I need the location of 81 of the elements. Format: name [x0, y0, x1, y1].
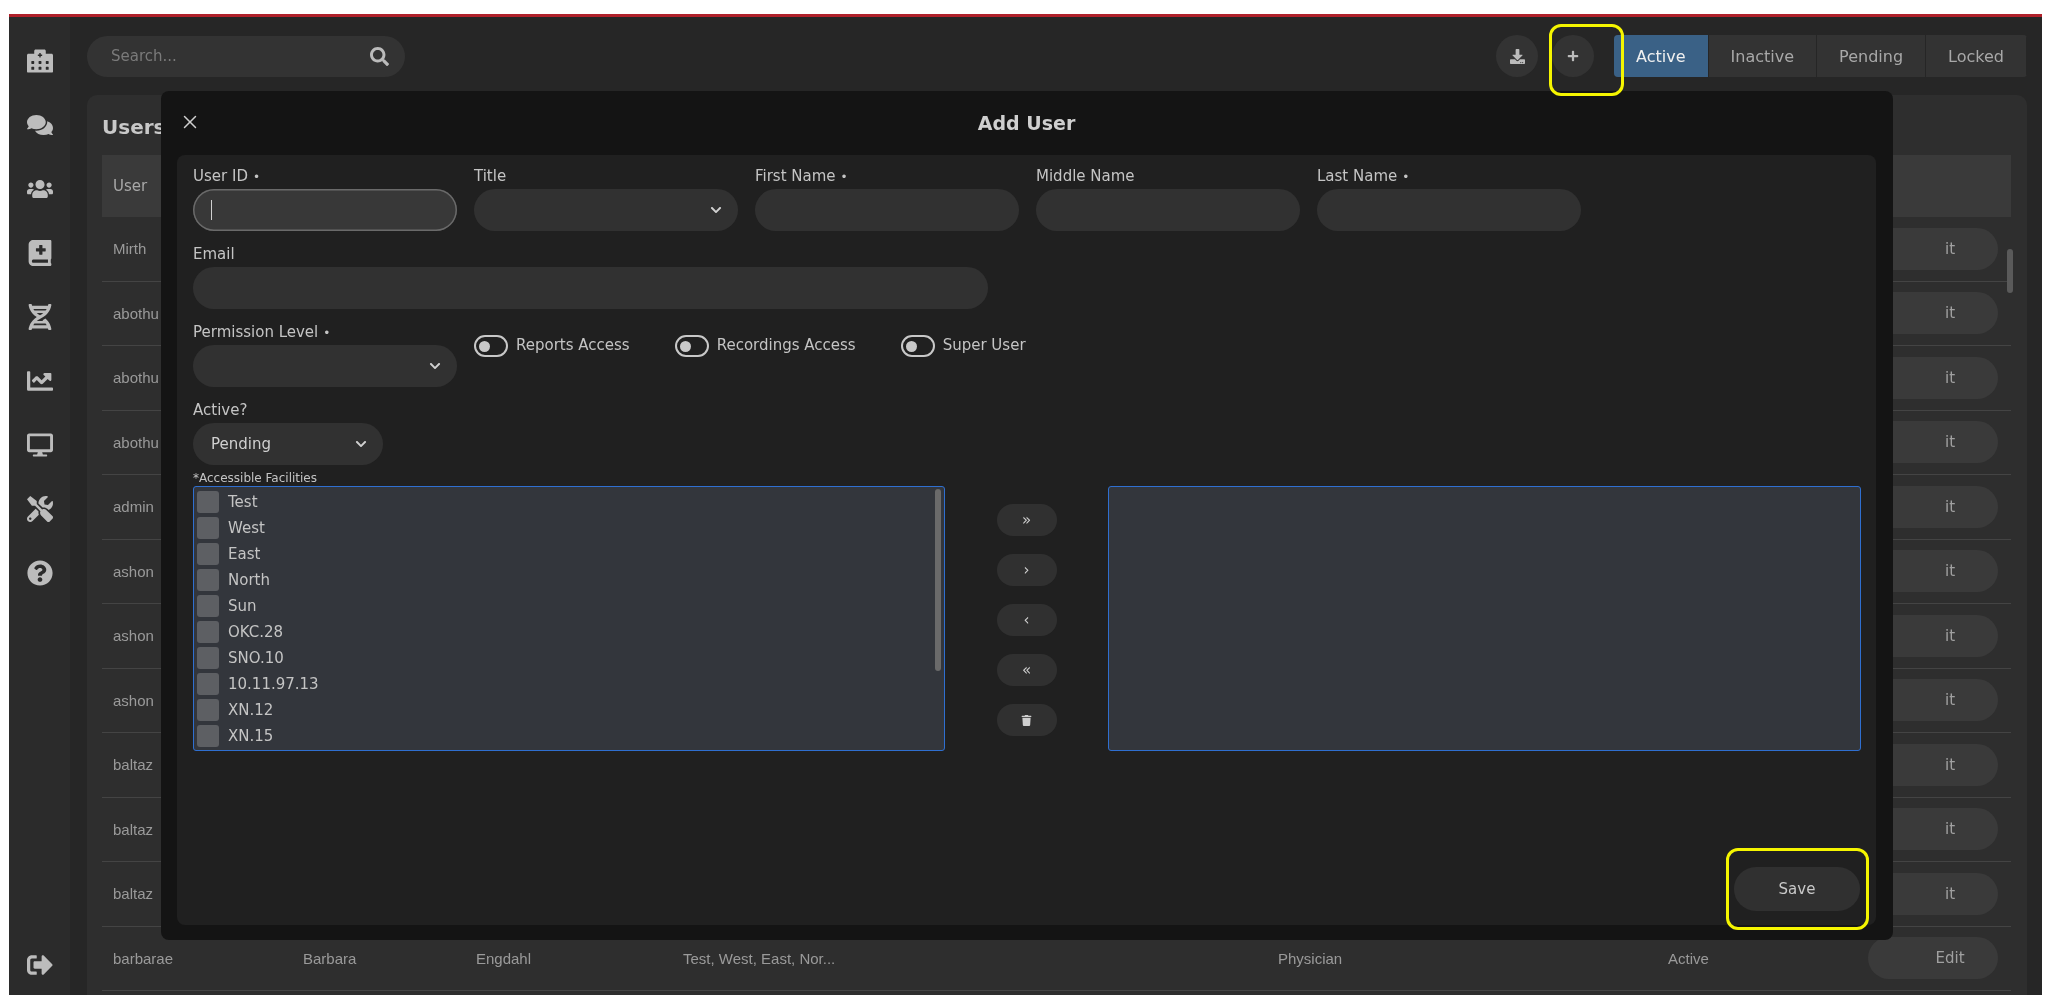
- table-cell: abothu: [113, 433, 159, 451]
- checkbox[interactable]: [197, 595, 219, 617]
- chevron-icon: [710, 204, 722, 216]
- checkbox[interactable]: [197, 621, 219, 643]
- active-select[interactable]: Pending: [193, 423, 383, 465]
- trash-icon: [1021, 714, 1032, 726]
- toggle-switch[interactable]: [900, 335, 935, 357]
- move-button[interactable]: «: [996, 654, 1057, 686]
- required-mark: •: [840, 170, 848, 184]
- checkbox[interactable]: [197, 725, 219, 747]
- table-cell: ashon: [113, 627, 154, 645]
- facility-name: OKC.28: [228, 623, 284, 641]
- table-cell: ashon: [113, 691, 154, 709]
- status-tab[interactable]: Active: [1614, 35, 1709, 77]
- facility-name: West: [228, 519, 265, 537]
- facility-name: XN.15: [228, 727, 274, 745]
- table-cell: baltaz: [113, 756, 154, 774]
- facility-name: East: [228, 545, 261, 563]
- table-cell: abothu: [113, 304, 159, 322]
- field-label: Permission Level: [193, 323, 319, 343]
- required-mark: •: [1402, 170, 1410, 184]
- toggle-label: Recordings Access: [716, 336, 856, 356]
- checkbox[interactable]: [197, 569, 219, 591]
- checkbox[interactable]: [197, 647, 219, 669]
- facility-name: XN.12: [228, 701, 274, 719]
- facility-name: North: [228, 571, 270, 589]
- table-cell: Test, West, East, Nor...: [683, 949, 836, 967]
- scrollbar[interactable]: [935, 489, 941, 671]
- field-label: Title: [474, 167, 507, 187]
- add-button[interactable]: [1552, 35, 1595, 77]
- required-mark: •: [323, 326, 331, 340]
- facility-name: Test: [228, 493, 258, 511]
- field-label: Email: [193, 245, 236, 265]
- table-cell: baltaz: [113, 885, 154, 903]
- facility-name: SNO.10: [228, 649, 284, 667]
- search-field[interactable]: Search...: [87, 35, 405, 77]
- checkbox[interactable]: [197, 543, 219, 565]
- table-cell: Active: [1668, 949, 1709, 967]
- toggle-label: Reports Access: [516, 336, 630, 356]
- toggle-switch[interactable]: [474, 335, 508, 357]
- move-button[interactable]: »: [996, 504, 1057, 536]
- required-mark: •: [252, 170, 260, 184]
- field-label: *Accessible Facilities: [193, 471, 318, 486]
- checkbox[interactable]: [197, 517, 219, 539]
- download-button[interactable]: [1496, 35, 1539, 77]
- chevron-icon: [429, 360, 441, 372]
- table-cell: Mirth: [113, 240, 147, 258]
- table-cell: ashon: [113, 562, 154, 580]
- table-cell: Physician: [1278, 949, 1343, 967]
- checkbox[interactable]: [197, 491, 219, 513]
- move-button[interactable]: ‹: [996, 604, 1057, 636]
- delete-button[interactable]: [996, 704, 1057, 736]
- checkbox[interactable]: [197, 673, 219, 695]
- field-label: First Name: [755, 167, 836, 187]
- table-cell: abothu: [113, 369, 159, 387]
- toggle-label: Super User: [942, 336, 1026, 356]
- field-label: Middle Name: [1036, 167, 1135, 187]
- facility-name: 10.11.97.13: [228, 675, 319, 693]
- dialog-title: Add User: [977, 112, 1076, 134]
- table-cell: Barbara: [303, 949, 357, 967]
- download-icon: [1509, 48, 1525, 64]
- toggle-switch[interactable]: [674, 335, 709, 357]
- table-cell: admin: [113, 498, 154, 516]
- scrollbar[interactable]: [2007, 249, 2013, 293]
- search-input[interactable]: Search...: [109, 46, 370, 66]
- column-header: User: [113, 177, 148, 195]
- input-field[interactable]: [193, 189, 457, 231]
- checkbox[interactable]: [197, 699, 219, 721]
- table-cell: barbarae: [113, 949, 174, 967]
- facility-name: Sun: [228, 597, 257, 615]
- search-icon: [370, 46, 389, 66]
- edit-button[interactable]: Edit: [1868, 937, 1998, 980]
- chevron-icon: [355, 438, 367, 450]
- table-cell: Engdahl: [476, 949, 532, 967]
- save-button[interactable]: Save: [1734, 867, 1860, 911]
- plus-icon: [1567, 50, 1580, 62]
- field-label: Last Name: [1317, 167, 1398, 187]
- field-label: Active?: [193, 401, 249, 421]
- table-cell: baltaz: [113, 820, 154, 838]
- field-label: User ID: [193, 167, 248, 187]
- move-button[interactable]: ›: [996, 554, 1057, 586]
